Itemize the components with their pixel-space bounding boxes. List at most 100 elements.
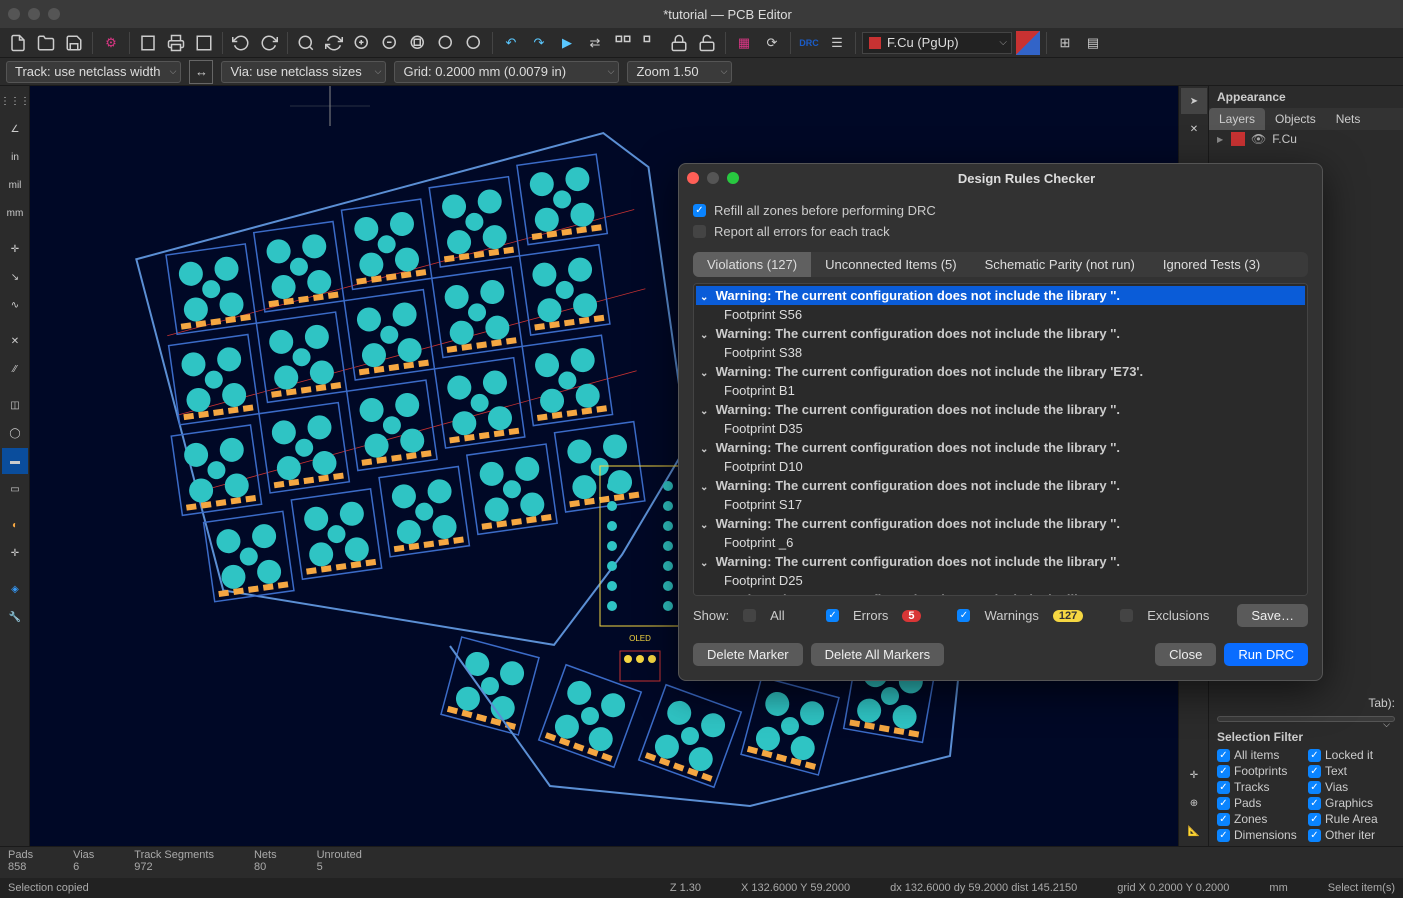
polar-coords-icon[interactable]: ∠ (2, 116, 28, 142)
rotate-cw-icon[interactable]: ↷ (527, 31, 551, 55)
filter-item[interactable]: ✓Other iter (1308, 828, 1395, 842)
grid-visibility-icon[interactable]: ⋮⋮⋮ (2, 88, 28, 114)
filter-item[interactable]: ✓All items (1217, 748, 1304, 762)
close-window-icon[interactable] (8, 8, 20, 20)
plot-icon[interactable] (192, 31, 216, 55)
tab-nets[interactable]: Nets (1326, 108, 1371, 130)
plugin-icon[interactable]: ⊞ (1053, 31, 1077, 55)
net-color-icon[interactable]: ✛ (2, 540, 28, 566)
violation-detail[interactable]: Footprint D10 (696, 457, 1305, 476)
violation-detail[interactable]: Footprint S17 (696, 495, 1305, 514)
zoom-objects-icon[interactable] (434, 31, 458, 55)
redo-icon[interactable] (257, 31, 281, 55)
dialog-minimize-icon[interactable] (707, 172, 719, 184)
checkbox-checked-icon[interactable]: ✓ (1217, 781, 1230, 794)
select-tool-icon[interactable]: ➤ (1181, 88, 1207, 114)
save-button[interactable]: Save… (1237, 604, 1308, 627)
run-drc-button[interactable]: Run DRC (1224, 643, 1308, 666)
zone-display-icon[interactable]: ⁄⁄ (2, 356, 28, 382)
via-outline-icon[interactable]: ◯ (2, 420, 28, 446)
violation-row[interactable]: ⌄ Warning: The current configuration doe… (696, 400, 1305, 419)
properties-icon[interactable]: 🔧 (2, 604, 28, 630)
tab-objects[interactable]: Objects (1265, 108, 1326, 130)
violation-row[interactable]: ⌄ Warning: The current configuration doe… (696, 362, 1305, 381)
curved-ratsnest-icon[interactable]: ∿ (2, 292, 28, 318)
tab-layers[interactable]: Layers (1209, 108, 1265, 130)
outline-mode-icon[interactable]: ▭ (2, 476, 28, 502)
violations-list[interactable]: ⌄ Warning: The current configuration doe… (693, 283, 1308, 596)
via-size-select[interactable]: Via: use netclass sizes⌵ (221, 61, 386, 83)
checkbox-checked-icon[interactable]: ✓ (1308, 797, 1321, 810)
page-settings-icon[interactable] (136, 31, 160, 55)
show-warnings-checkbox[interactable]: ✓ (957, 609, 970, 622)
layer-pair-icon[interactable] (1016, 31, 1040, 55)
ungroup-icon[interactable] (639, 31, 663, 55)
checkbox-checked-icon[interactable]: ✓ (1308, 813, 1321, 826)
layer-swatch[interactable] (1231, 132, 1245, 146)
checkbox-checked-icon[interactable]: ✓ (1308, 781, 1321, 794)
checkbox-checked-icon[interactable]: ✓ (1308, 749, 1321, 762)
print-icon[interactable] (164, 31, 188, 55)
delete-all-markers-button[interactable]: Delete All Markers (811, 643, 944, 666)
set-origin-icon[interactable]: ⊕ (1181, 790, 1207, 816)
drc-tab[interactable]: Ignored Tests (3) (1149, 252, 1274, 277)
checkbox-checked-icon[interactable]: ✓ (1217, 749, 1230, 762)
checkbox-checked-icon[interactable]: ✓ (1217, 829, 1230, 842)
violation-detail[interactable]: Footprint _6 (696, 533, 1305, 552)
pad-outline-icon[interactable]: ◫ (2, 392, 28, 418)
grid-origin-icon[interactable]: ✛ (1181, 762, 1207, 788)
checkbox-checked-icon[interactable]: ✓ (693, 204, 706, 217)
high-contrast-icon[interactable]: ◐ (2, 512, 28, 538)
mirror-v-icon[interactable]: ⇄ (583, 31, 607, 55)
dialog-titlebar[interactable]: Design Rules Checker (679, 164, 1322, 192)
lock-icon[interactable] (667, 31, 691, 55)
checkbox-checked-icon[interactable]: ✓ (1308, 829, 1321, 842)
inches-unit-icon[interactable]: in (2, 144, 28, 170)
measure-tool-icon[interactable]: 📐 (1181, 818, 1207, 844)
violation-row[interactable]: ⌄ Warning: The current configuration doe… (696, 476, 1305, 495)
violation-row[interactable]: ⌄ Warning: The current configuration doe… (696, 590, 1305, 596)
unlock-icon[interactable] (695, 31, 719, 55)
violation-row[interactable]: ⌄ Warning: The current configuration doe… (696, 438, 1305, 457)
layer-selector[interactable]: F.Cu (PgUp) ⌵ (862, 32, 1012, 54)
zoom-in-icon[interactable] (350, 31, 374, 55)
filter-item[interactable]: ✓Dimensions (1217, 828, 1304, 842)
footprint-editor-icon[interactable]: ▦ (732, 31, 756, 55)
show-all-checkbox[interactable] (743, 609, 756, 622)
refill-zones-checkbox-row[interactable]: ✓ Refill all zones before performing DRC (693, 203, 1308, 218)
refresh-icon[interactable] (322, 31, 346, 55)
filter-item[interactable]: ✓Pads (1217, 796, 1304, 810)
erc-list-icon[interactable]: ☰ (825, 31, 849, 55)
violation-row[interactable]: ⌄ Warning: The current configuration doe… (696, 552, 1305, 571)
report-all-checkbox-row[interactable]: Report all errors for each track (693, 224, 1308, 239)
filter-item[interactable]: ✓Footprints (1217, 764, 1304, 778)
violation-detail[interactable]: Footprint D35 (696, 419, 1305, 438)
violation-row[interactable]: ⌄ Warning: The current configuration doe… (696, 286, 1305, 305)
filter-item[interactable]: ✓Vias (1308, 780, 1395, 794)
filter-item[interactable]: ✓Graphics (1308, 796, 1395, 810)
net-color-preset-select[interactable]: ⌵ (1217, 716, 1395, 722)
ratsnest-icon[interactable]: ↘ (2, 264, 28, 290)
show-exclusions-checkbox[interactable] (1120, 609, 1133, 622)
group-icon[interactable] (611, 31, 635, 55)
new-file-icon[interactable] (6, 31, 30, 55)
highlight-net-icon[interactable]: ✕ (1181, 116, 1207, 142)
show-errors-checkbox[interactable]: ✓ (826, 609, 839, 622)
mirror-h-icon[interactable]: ▶ (555, 31, 579, 55)
violation-detail[interactable]: Footprint S56 (696, 305, 1305, 324)
drc-tab[interactable]: Violations (127) (693, 252, 811, 277)
board-setup-icon[interactable]: ⚙ (99, 31, 123, 55)
track-outline-icon[interactable]: ▬ (2, 448, 28, 474)
minimize-window-icon[interactable] (28, 8, 40, 20)
cursor-shape-icon[interactable]: ✛ (2, 236, 28, 262)
dialog-close-icon[interactable] (687, 172, 699, 184)
checkbox-checked-icon[interactable]: ✓ (1217, 813, 1230, 826)
filter-item[interactable]: ✓Rule Area (1308, 812, 1395, 826)
mm-unit-icon[interactable]: mm (2, 200, 28, 226)
zoom-selection-icon[interactable] (462, 31, 486, 55)
violation-row[interactable]: ⌄ Warning: The current configuration doe… (696, 324, 1305, 343)
checkbox-unchecked-icon[interactable] (693, 225, 706, 238)
auto-track-width-icon[interactable]: ↔ (189, 60, 213, 84)
undo-icon[interactable] (229, 31, 253, 55)
dialog-zoom-icon[interactable] (727, 172, 739, 184)
